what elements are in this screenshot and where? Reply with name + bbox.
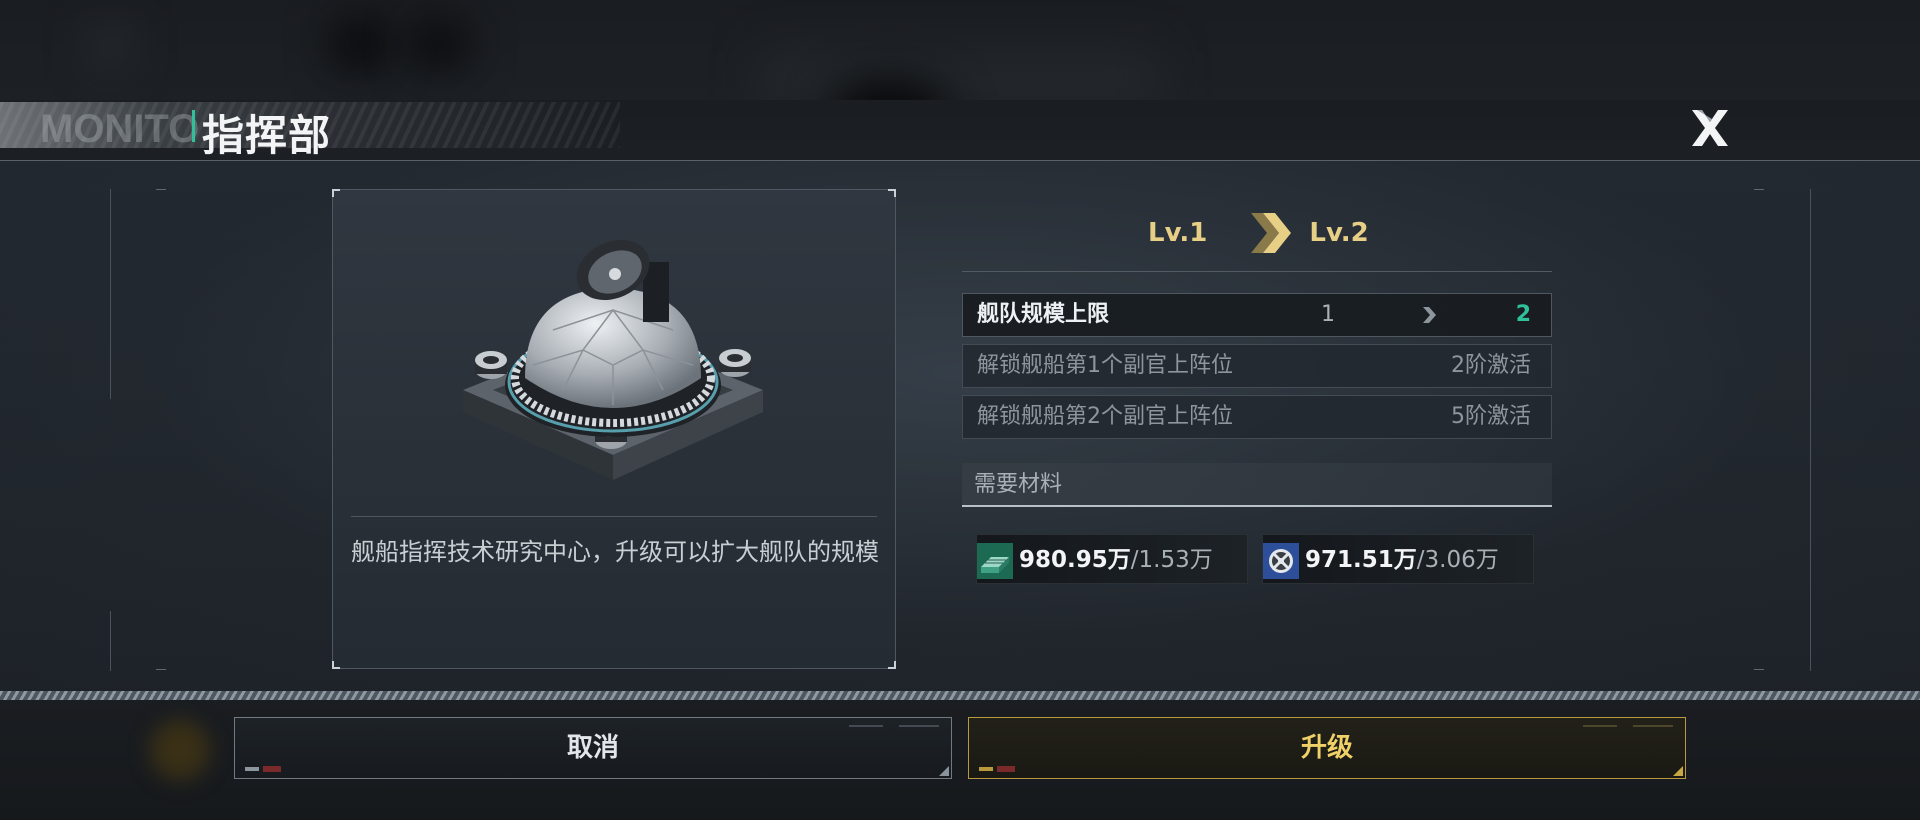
- button-decoration: [245, 766, 281, 772]
- upgrade-button-label: 升级: [1300, 733, 1353, 763]
- material-need: /3.06万: [1416, 547, 1499, 573]
- frame-tick: [156, 669, 166, 670]
- button-corner-mark: [1673, 766, 1683, 776]
- stat-to-value: 2: [1515, 302, 1531, 327]
- level-change: Lv.1 Lv.2: [1148, 213, 1369, 253]
- material-amount: 980.95万/1.53万: [1019, 535, 1213, 585]
- svg-text:MONITOR: MONITOR: [40, 107, 200, 148]
- background-top-strip: [0, 0, 1920, 140]
- command-center-dome-icon: [463, 240, 763, 480]
- chevron-right-icon: [1423, 307, 1436, 323]
- level-to: Lv.2: [1309, 218, 1369, 248]
- background-blur-shape: [330, 20, 390, 70]
- button-decoration: [979, 766, 1015, 772]
- cancel-button-label: 取消: [566, 733, 619, 763]
- stat-from-value: 1: [1321, 302, 1335, 327]
- stat-label: 舰队规模上限: [977, 302, 1110, 327]
- background-blur-shape: [410, 20, 470, 70]
- stat-label: 解锁舰船第1个副官上阵位: [977, 353, 1233, 378]
- hatch-divider: [0, 691, 1920, 700]
- close-x-icon: [1692, 110, 1728, 146]
- card-corner: [332, 661, 340, 669]
- title-accent-bar: [192, 110, 195, 142]
- card-corner: [332, 189, 340, 197]
- double-chevron-right-icon: [1251, 213, 1292, 253]
- card-divider: [351, 516, 877, 517]
- building-description: 舰船指挥技术研究中心，升级可以扩大舰队的规模: [351, 538, 879, 566]
- title-watermark-text-icon: MONITOR: [40, 107, 200, 148]
- frame-line-left: [110, 189, 111, 399]
- frame-line-right: [1810, 189, 1811, 671]
- stat-row-unlock-slot-1: 解锁舰船第1个副官上阵位 2阶激活: [962, 344, 1552, 388]
- main-panel: 舰船指挥技术研究中心，升级可以扩大舰队的规模 Lv.1 Lv.2 舰队规模上限 …: [0, 161, 1920, 691]
- material-item-crystal[interactable]: 971.51万/3.06万: [1262, 534, 1534, 584]
- page-title: 指挥部: [202, 111, 332, 160]
- stat-label: 解锁舰船第2个副官上阵位: [977, 404, 1233, 429]
- material-have: 980.95万: [1019, 547, 1131, 573]
- button-decoration: [1583, 725, 1673, 727]
- material-amount: 971.51万/3.06万: [1305, 535, 1499, 585]
- upgrade-screen: MONITOR 指挥部: [0, 0, 1920, 820]
- frame-tick: [1754, 189, 1764, 190]
- level-separator: [962, 271, 1552, 272]
- building-card: 舰船指挥技术研究中心，升级可以扩大舰队的规模: [332, 189, 896, 669]
- frame-line-left-lower: [110, 611, 111, 671]
- gear-crystal-icon: [1263, 543, 1299, 579]
- button-decoration: [849, 725, 939, 727]
- upgrade-button[interactable]: 升级: [968, 717, 1686, 779]
- material-item-alloy[interactable]: 980.95万/1.53万: [976, 534, 1248, 584]
- cancel-button[interactable]: 取消: [234, 717, 952, 779]
- materials-header: 需要材料: [962, 463, 1552, 507]
- material-need: /1.53万: [1130, 547, 1213, 573]
- materials-header-label: 需要材料: [974, 472, 1063, 497]
- stat-unlock-value: 2阶激活: [1451, 353, 1531, 378]
- card-corner: [888, 189, 896, 197]
- stat-unlock-value: 5阶激活: [1451, 404, 1531, 429]
- close-button[interactable]: [1686, 104, 1734, 152]
- frame-tick: [156, 189, 166, 190]
- material-have: 971.51万: [1305, 547, 1417, 573]
- footer-bar: 取消 升级: [0, 700, 1920, 820]
- frame-tick: [1754, 669, 1764, 670]
- stat-row-unlock-slot-2: 解锁舰船第2个副官上阵位 5阶激活: [962, 395, 1552, 439]
- alloy-bars-icon: [977, 543, 1013, 579]
- button-corner-mark: [939, 766, 949, 776]
- stat-row-fleet-size: 舰队规模上限 1 2: [962, 293, 1552, 337]
- level-from: Lv.1: [1148, 218, 1208, 248]
- background-blur-shape: [90, 25, 130, 65]
- background-blur-shape: [150, 720, 210, 780]
- card-corner: [888, 661, 896, 669]
- header-bar: MONITOR 指挥部: [0, 100, 1920, 161]
